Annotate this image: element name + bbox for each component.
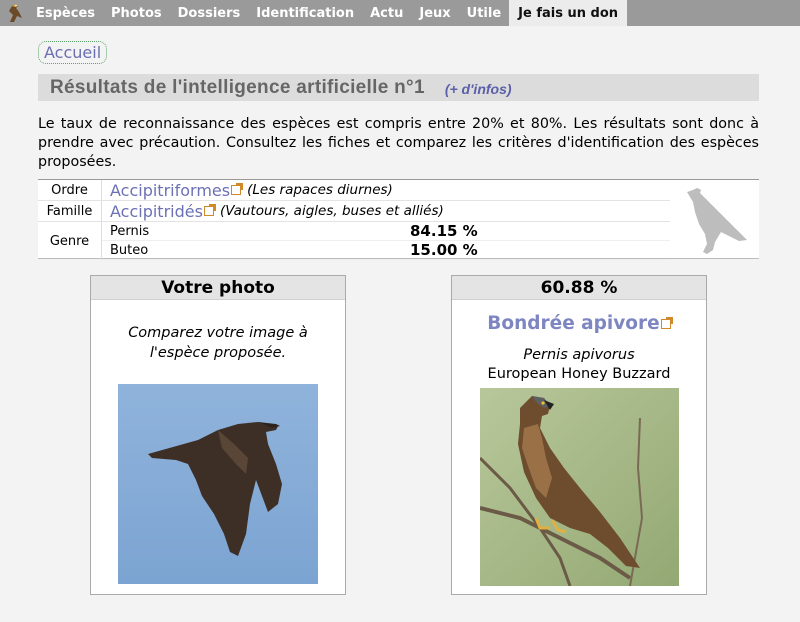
- taxonomy-row-family: Famille Accipitridés (Vautours, aigles, …: [38, 201, 670, 222]
- nav-photos[interactable]: Photos: [103, 0, 170, 26]
- genus-name: Buteo: [110, 242, 149, 258]
- external-link-icon[interactable]: [203, 204, 216, 216]
- species-reference-image: [478, 388, 679, 587]
- page-title: Résultats de l'intelligence artificielle…: [50, 76, 425, 98]
- order-link[interactable]: Accipitriformes: [110, 181, 230, 200]
- breadcrumb-home-link[interactable]: Accueil: [38, 41, 108, 64]
- external-link-icon[interactable]: [660, 317, 673, 329]
- order-label: Ordre: [38, 180, 102, 200]
- page-title-bar: Résultats de l'intelligence artificielle…: [38, 74, 759, 101]
- nav-donate[interactable]: Je fais un don: [509, 0, 628, 26]
- result-score: 60.88 %: [452, 276, 706, 300]
- nav-identification[interactable]: Identification: [248, 0, 362, 26]
- family-note: (Vautours, aigles, buses et alliés): [219, 203, 444, 219]
- nav-dossiers[interactable]: Dossiers: [170, 0, 249, 26]
- user-photo-image: [118, 384, 318, 584]
- your-photo-heading: Votre photo: [91, 276, 345, 300]
- english-name: European Honey Buzzard: [487, 366, 671, 382]
- genus-percentage: 15.00 %: [410, 241, 478, 259]
- compare-instruction: Comparez votre image à l'espèce proposée…: [128, 325, 308, 361]
- genus-percentage: 84.15 %: [410, 222, 478, 240]
- intro-paragraph: Le taux de reconnaissance des espèces es…: [38, 116, 759, 170]
- taxonomy-row-order: Ordre Accipitriformes (Les rapaces diurn…: [38, 180, 670, 201]
- genus-name: Pernis: [110, 223, 150, 239]
- family-link[interactable]: Accipitridés: [110, 202, 203, 221]
- external-link-icon[interactable]: [231, 183, 244, 195]
- nav-utile[interactable]: Utile: [459, 0, 510, 26]
- top-nav: Espèces Photos Dossiers Identification A…: [0, 0, 800, 26]
- taxonomy-row-genus: Genre Pernis 84.15 % Buteo 15.00 %: [38, 222, 670, 260]
- genus-label: Genre: [38, 222, 102, 260]
- genus-item: Buteo 15.00 %: [102, 241, 670, 260]
- order-note: (Les rapaces diurnes): [247, 182, 393, 198]
- species-name[interactable]: Bondrée apivore: [487, 313, 659, 334]
- nav-actu[interactable]: Actu: [362, 0, 411, 26]
- genus-item: Pernis 84.15 %: [102, 222, 670, 241]
- more-info-link[interactable]: (+ d'infos): [445, 81, 512, 97]
- taxonomy-table: Ordre Accipitriformes (Les rapaces diurn…: [38, 179, 759, 260]
- site-logo-icon[interactable]: [0, 0, 28, 26]
- result-card: 60.88 % Bondrée apivore Pernis apivorus …: [451, 275, 707, 595]
- your-photo-card: Votre photo Comparez votre image à l'esp…: [90, 275, 346, 595]
- scientific-name: Pernis apivorus: [523, 347, 635, 363]
- nav-especes[interactable]: Espèces: [28, 0, 103, 26]
- raptor-silhouette-icon: [683, 184, 751, 256]
- family-label: Famille: [38, 201, 102, 221]
- nav-jeux[interactable]: Jeux: [411, 0, 458, 26]
- species-link[interactable]: Bondrée apivore: [452, 313, 706, 334]
